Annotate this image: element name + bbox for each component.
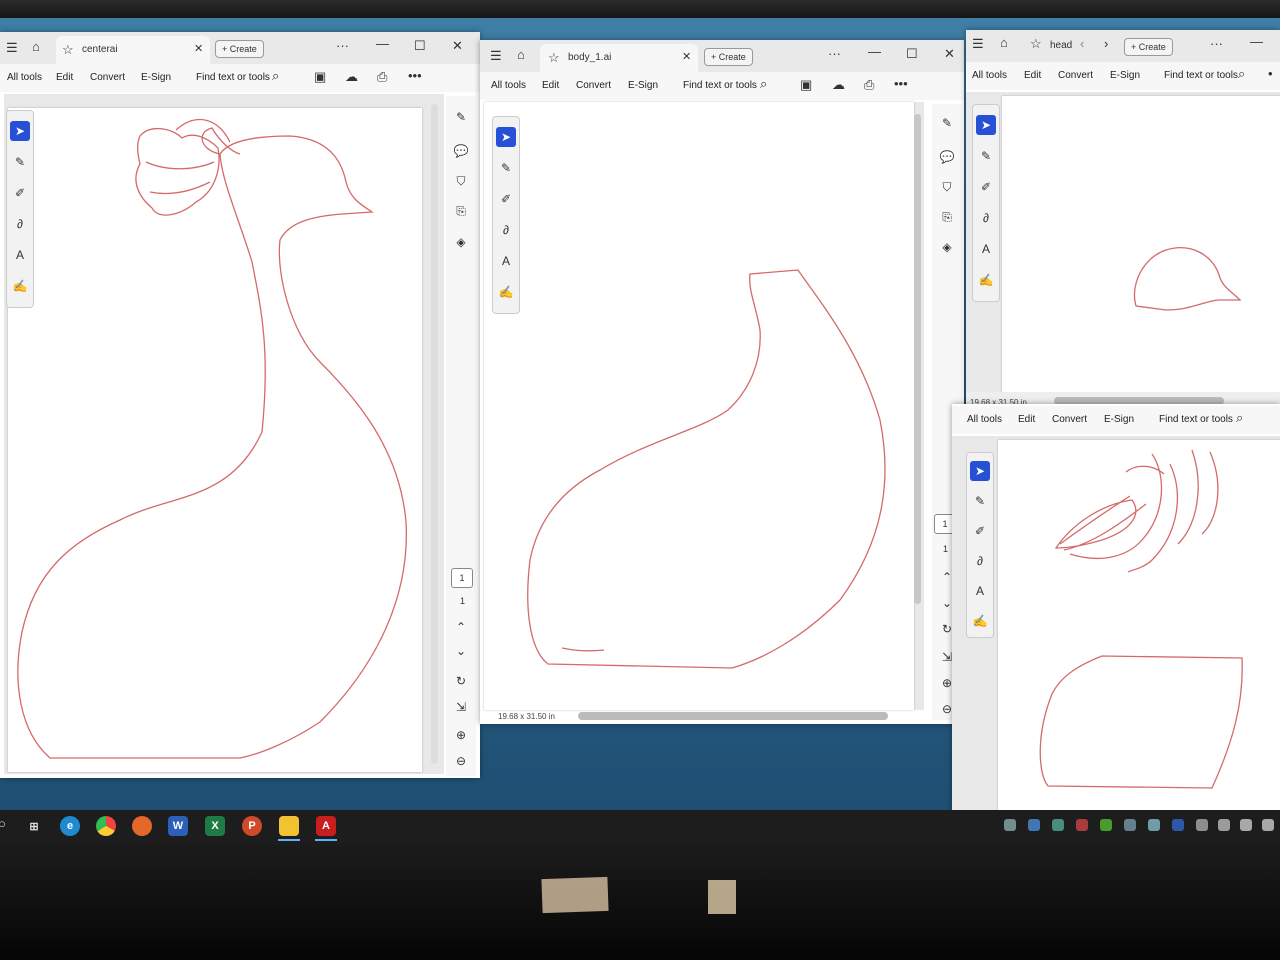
tray-icon[interactable]	[1100, 819, 1112, 831]
search-taskbar-icon[interactable]: ○	[0, 816, 6, 831]
bluetooth-icon[interactable]	[1172, 819, 1184, 831]
tray-icon[interactable]	[1028, 819, 1040, 831]
file-explorer-icon[interactable]	[279, 816, 299, 836]
chrome-icon[interactable]	[96, 816, 116, 836]
file-explorer-active-indicator	[278, 839, 300, 841]
acrobat-window-parts: All tools Edit Convert E-Sign Find text …	[952, 404, 1280, 812]
network-icon[interactable]	[1240, 819, 1252, 831]
volume-icon[interactable]	[1262, 819, 1274, 831]
tray-icon[interactable]	[1196, 819, 1208, 831]
acrobat-icon[interactable]: A	[316, 816, 336, 836]
word-icon[interactable]: W	[168, 816, 188, 836]
acrobat-window-body: ☰ ⌂ ☆ body_1.ai ✕ + Create ··· — ☐ ✕ All…	[480, 40, 964, 724]
tray-icon[interactable]	[1148, 819, 1160, 831]
acrobat-window-head: ☰ ⌂ ☆ head ‹ › + Create ··· — All tools …	[966, 30, 1280, 410]
centerai-outline	[17, 119, 408, 759]
tray-icon[interactable]	[1124, 819, 1136, 831]
parts-outline	[1039, 449, 1243, 789]
excel-icon[interactable]: X	[205, 816, 225, 836]
firefox-icon[interactable]	[132, 816, 152, 836]
monitor-logo	[612, 884, 704, 908]
tray-icon[interactable]	[1004, 819, 1016, 831]
tape-piece	[708, 880, 736, 914]
head-outline	[1133, 247, 1242, 311]
usb-icon[interactable]	[1218, 819, 1230, 831]
tray-icon[interactable]	[1076, 819, 1088, 831]
task-view-icon[interactable]: ⊞	[24, 816, 44, 836]
tape-piece	[541, 876, 609, 914]
tray-icon[interactable]	[1052, 819, 1064, 831]
powerpoint-icon[interactable]: P	[242, 816, 262, 836]
acrobat-active-indicator	[315, 839, 337, 841]
body-outline	[527, 269, 886, 669]
edge-icon[interactable]: e	[60, 816, 80, 836]
taskbar: ○ ⊞ e W X P A	[0, 810, 1280, 842]
acrobat-window-centerai: ☰ ⌂ ☆ centerai ✕ + Create ··· — ☐ ✕ All …	[0, 32, 480, 778]
